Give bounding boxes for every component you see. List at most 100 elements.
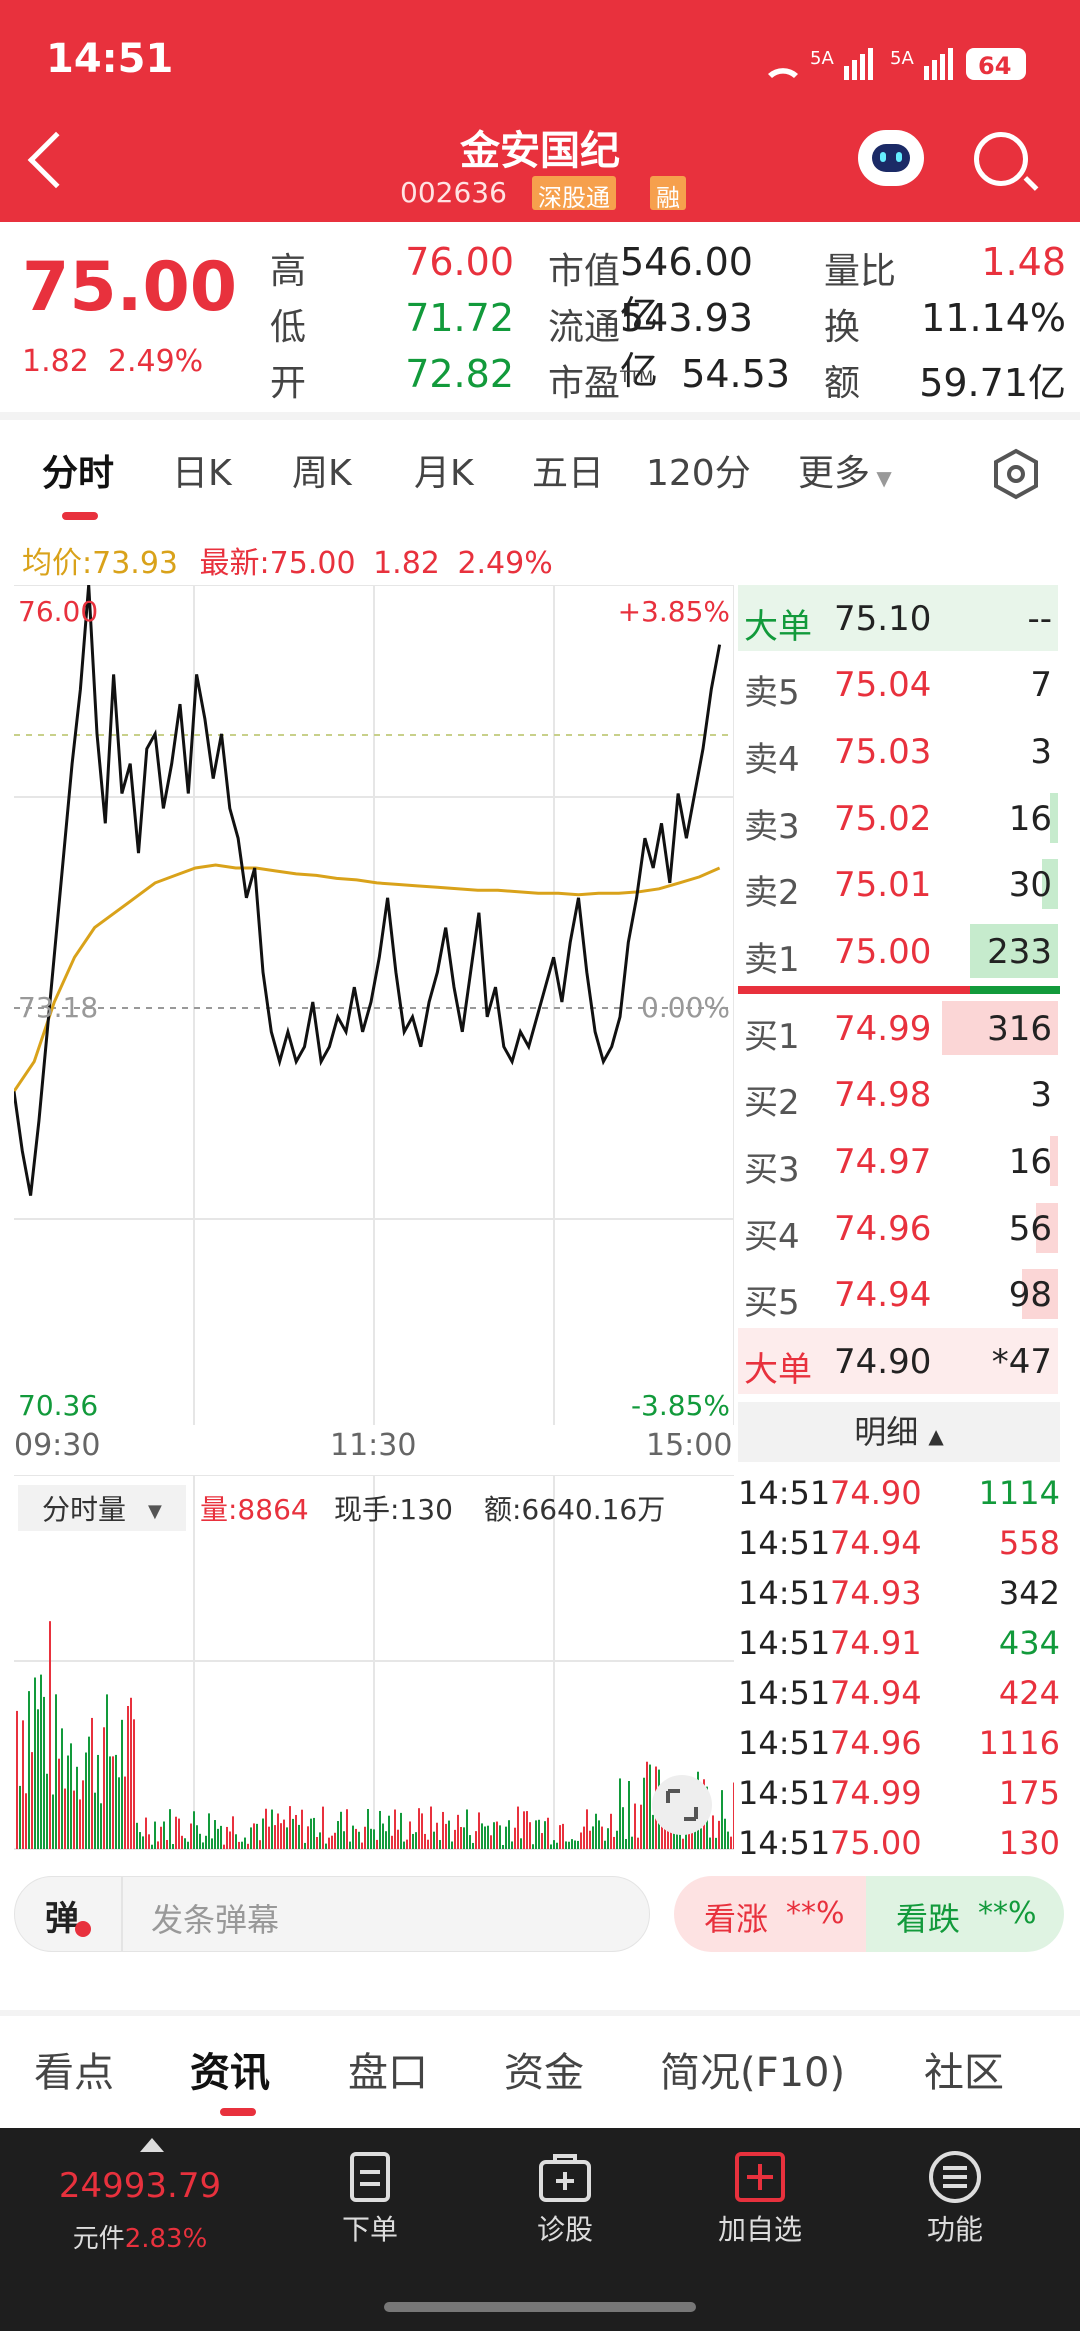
nav-diagnose[interactable] bbox=[505, 2148, 625, 2212]
volume-bar bbox=[547, 1817, 549, 1849]
search-icon[interactable] bbox=[974, 132, 1028, 186]
volume-bar bbox=[562, 1823, 564, 1849]
sell-3-row[interactable]: 卖3 75.02 16 bbox=[738, 785, 1058, 851]
volume-bar bbox=[340, 1811, 342, 1849]
volume-bar bbox=[199, 1833, 201, 1849]
volume-bar bbox=[448, 1820, 450, 1849]
tab-f10[interactable]: 简况(F10) bbox=[660, 2040, 845, 2098]
sell-4-row[interactable]: 卖4 75.03 3 bbox=[738, 718, 1058, 784]
volume-bar bbox=[721, 1790, 723, 1849]
volume-bar bbox=[505, 1826, 507, 1849]
volume-bar bbox=[442, 1811, 444, 1849]
volume-bar bbox=[154, 1821, 156, 1849]
volume-bar bbox=[589, 1830, 591, 1849]
volume-bar bbox=[64, 1788, 66, 1849]
nav-order[interactable] bbox=[310, 2148, 430, 2212]
volume-bar bbox=[616, 1830, 618, 1849]
index-value[interactable]: 24993.79 bbox=[50, 2166, 230, 2206]
volume-bar bbox=[283, 1819, 285, 1849]
volume-bar bbox=[370, 1828, 372, 1849]
volume-bar bbox=[79, 1799, 81, 1849]
nav-add-watchlist[interactable] bbox=[700, 2148, 820, 2212]
volume-bar bbox=[148, 1834, 150, 1849]
sell-5-row[interactable]: 卖5 75.04 7 bbox=[738, 651, 1058, 717]
detail-toggle[interactable]: 明细 ▲ bbox=[738, 1402, 1060, 1462]
intraday-chart[interactable]: 76.00 +3.85% 73.18 0.00% 70.36 -3.85% bbox=[14, 585, 734, 1425]
volume-bar bbox=[295, 1814, 297, 1849]
medkit-icon bbox=[539, 2154, 591, 2202]
fullscreen-icon[interactable] bbox=[652, 1775, 712, 1835]
buy-1-row[interactable]: 买1 74.99 316 bbox=[738, 995, 1058, 1061]
volume-bar bbox=[229, 1831, 231, 1849]
volume-bar bbox=[244, 1837, 246, 1849]
label-open: 开 bbox=[270, 363, 307, 404]
tab-community[interactable]: 社区 bbox=[924, 2040, 1004, 2098]
tab-news[interactable]: 资讯 bbox=[190, 2040, 270, 2098]
assistant-robot-icon[interactable] bbox=[858, 130, 924, 186]
trade-qty: 175 bbox=[998, 1774, 1060, 1812]
vote-up-button[interactable]: 看涨 **% bbox=[674, 1876, 872, 1952]
volume-bar bbox=[634, 1803, 636, 1849]
tab-funds[interactable]: 资金 bbox=[504, 2040, 584, 2098]
svg-text:5A: 5A bbox=[890, 48, 914, 69]
volume-bar bbox=[259, 1840, 261, 1849]
volume-bar bbox=[208, 1813, 210, 1849]
volume-hand: 现手:130 bbox=[334, 1493, 453, 1526]
vote-down-button[interactable]: 看跌 **% bbox=[866, 1876, 1064, 1952]
tab-more[interactable]: 更多 ▼ bbox=[798, 444, 892, 496]
volume-bar bbox=[718, 1820, 720, 1849]
volume-bar bbox=[619, 1778, 621, 1849]
value-high: 76.00 bbox=[405, 240, 514, 284]
trade-qty: 1114 bbox=[978, 1474, 1060, 1512]
volume-bar bbox=[94, 1792, 96, 1849]
volume-bar bbox=[25, 1793, 27, 1849]
volume-bar bbox=[412, 1833, 414, 1849]
volume-bar bbox=[403, 1841, 405, 1849]
volume-bar bbox=[124, 1776, 126, 1849]
tab-five-day[interactable]: 五日 bbox=[532, 444, 604, 496]
tab-weekly-k[interactable]: 周K bbox=[292, 444, 352, 496]
volume-bar bbox=[319, 1832, 321, 1849]
buy-4-row[interactable]: 买4 74.96 56 bbox=[738, 1195, 1058, 1261]
volume-bar bbox=[535, 1820, 537, 1849]
settings-hex-icon[interactable] bbox=[990, 448, 1042, 500]
volume-bar bbox=[451, 1841, 453, 1849]
tab-120-min[interactable]: 120分 bbox=[646, 444, 751, 496]
label-volume-ratio: 量比 bbox=[824, 251, 897, 292]
tab-order-book[interactable]: 盘口 bbox=[348, 2040, 428, 2098]
volume-bar bbox=[436, 1822, 438, 1849]
volume-bar bbox=[97, 1754, 99, 1849]
buy-3-row[interactable]: 买3 74.97 16 bbox=[738, 1128, 1058, 1194]
volume-bar bbox=[127, 1705, 129, 1849]
label-high: 高 bbox=[270, 251, 307, 292]
big-buy-row[interactable]: 大单 74.90 *47 bbox=[738, 1328, 1058, 1394]
big-sell-row[interactable]: 大单 75.10 -- bbox=[738, 585, 1058, 651]
tab-highlights[interactable]: 看点 bbox=[34, 2040, 114, 2098]
volume-bar bbox=[115, 1754, 117, 1849]
danmu-input[interactable]: 弹 发条弹幕 bbox=[14, 1876, 650, 1952]
volume-bar bbox=[355, 1828, 357, 1849]
buy-5-row[interactable]: 买5 74.94 98 bbox=[738, 1261, 1058, 1327]
sell-2-row[interactable]: 卖2 75.01 30 bbox=[738, 851, 1058, 917]
sell-1-row[interactable]: 卖1 75.00 233 bbox=[738, 918, 1058, 984]
volume-bar bbox=[238, 1841, 240, 1849]
volume-bar bbox=[730, 1836, 732, 1849]
nav-functions[interactable] bbox=[895, 2148, 1015, 2212]
tab-daily-k[interactable]: 日K bbox=[172, 444, 232, 496]
volume-bar bbox=[538, 1819, 540, 1849]
tab-intraday[interactable]: 分时 bbox=[42, 444, 114, 496]
volume-bar bbox=[439, 1840, 441, 1849]
volume-bar bbox=[550, 1844, 552, 1849]
add-square-icon bbox=[735, 2152, 785, 2202]
trade-price: 74.91 bbox=[830, 1624, 922, 1662]
time-end: 15:00 bbox=[646, 1428, 733, 1463]
volume-bar bbox=[178, 1818, 180, 1849]
buy-2-row[interactable]: 买2 74.98 3 bbox=[738, 1061, 1058, 1127]
volume-bar bbox=[418, 1808, 420, 1849]
volume-bar bbox=[88, 1736, 90, 1849]
volume-bar bbox=[385, 1831, 387, 1849]
volume-bar bbox=[34, 1677, 36, 1849]
tab-monthly-k[interactable]: 月K bbox=[414, 444, 474, 496]
volume-chart[interactable]: 分时量 ▼ 量:8864 现手:130 额:6640.16万 bbox=[14, 1475, 734, 1850]
trade-row: 14:51 75.00 130 bbox=[738, 1818, 1068, 1868]
